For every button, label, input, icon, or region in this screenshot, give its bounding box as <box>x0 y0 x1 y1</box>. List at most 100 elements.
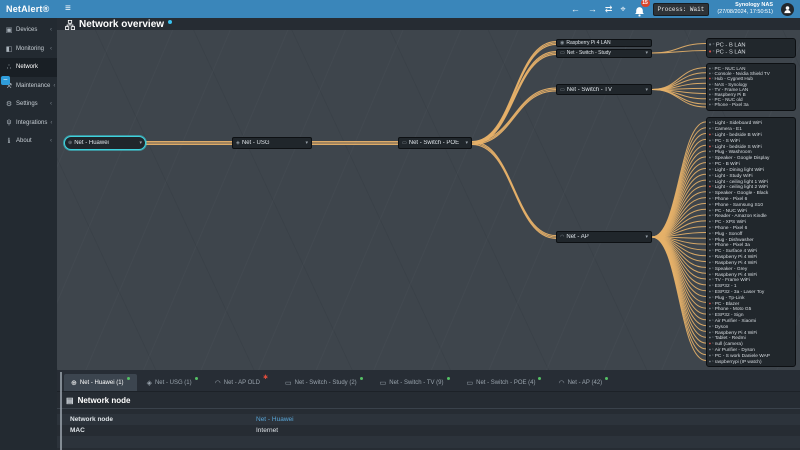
alert-status-dot <box>709 134 711 136</box>
device-type-icon: ▫ <box>712 150 713 154</box>
device-type-icon: ▫ <box>712 185 713 189</box>
device-label: Camera - E1 <box>715 126 742 131</box>
tab-net-switch-tv-9[interactable]: ▭Net - Switch - TV (9) <box>373 374 457 391</box>
tab-net-huawei-1[interactable]: ⊕Net - Huawei (1) <box>64 374 137 391</box>
status-dot <box>709 157 711 159</box>
devices-icon: ▣ <box>5 26 13 34</box>
sidebar-item-label: Integrations <box>16 120 47 126</box>
settings-icon: ⚙ <box>5 100 13 108</box>
sidebar-item-devices[interactable]: ▣Devices‹ <box>0 21 57 40</box>
device-type-icon: ▫ <box>712 144 713 148</box>
notifications-bell-icon[interactable]: 15 <box>634 4 645 15</box>
status-dot <box>709 325 711 327</box>
tab-net-switch-poe-4[interactable]: ▭Net - Switch - POE (4) <box>460 374 549 391</box>
sidebar-item-monitoring[interactable]: ◧Monitoring‹ <box>0 40 57 59</box>
status-dot <box>709 169 711 171</box>
status-dot <box>709 88 711 90</box>
device-label: TV - Frame WiFi <box>715 277 750 282</box>
node-study[interactable]: ▭Net - Switch - Study▾ <box>556 49 652 58</box>
panel-row-value: Internet <box>256 427 278 434</box>
device-type-icon: ▫ <box>712 138 713 142</box>
node-type-icon: ▭ <box>560 87 565 93</box>
forward-icon[interactable]: → <box>588 4 597 14</box>
detail-panel: ▤ Network node Network node Net - Huawei… <box>57 393 800 450</box>
device-type-icon: ▫ <box>712 231 713 235</box>
switch-icon: ▭ <box>380 379 387 387</box>
tab-net-ap-42[interactable]: ◠Net - AP (42) <box>551 374 615 391</box>
sidebar-item-label: Monitoring <box>16 46 44 52</box>
device-label: Phone - Pixel 6 <box>715 196 748 201</box>
device-group-ap-devices: ▫Light - Sideboard WiFi▫Camera - E1▫Ligh… <box>706 117 796 367</box>
back-icon[interactable]: ← <box>571 4 580 14</box>
node-usg[interactable]: ◈Net - USG▾ <box>232 137 312 149</box>
device-type-icon: ▫ <box>712 103 713 107</box>
status-dot <box>709 314 711 316</box>
page-title-badge <box>168 20 172 24</box>
node-ap[interactable]: ◠Net - AP▾ <box>556 231 652 243</box>
tab-net-usg-1[interactable]: ◈Net - USG (1) <box>140 374 205 391</box>
device-group-study-devices: ▫PC - B LAN▫PC - S LAN <box>706 38 796 58</box>
device-label: Plug - Tp-Link <box>715 295 745 300</box>
fit-view-icon[interactable]: ⌖ <box>620 4 625 15</box>
menu-icon[interactable]: ≡ <box>65 4 71 14</box>
node-type-icon: ▭ <box>560 50 565 56</box>
chevron-down-icon: ▾ <box>137 140 142 146</box>
alert-status-dot <box>709 50 711 52</box>
sidebar-item-about[interactable]: ℹAbout‹ <box>0 132 57 151</box>
refresh-icon[interactable]: ⇄ <box>605 4 613 15</box>
status-dot <box>709 151 711 153</box>
sidebar-collapse-toggle[interactable]: – <box>1 76 10 85</box>
device-label: Light - Dining light WiFi <box>715 167 764 172</box>
device-type-icon: ▫ <box>712 237 713 241</box>
node-label: Net - Switch - Study <box>567 50 611 56</box>
device-type-icon: ▫ <box>712 243 713 247</box>
panel-row-value-link[interactable]: Net - Huawei <box>256 416 294 423</box>
alert-status-dot <box>709 78 711 80</box>
device-type-icon: ▫ <box>712 214 713 218</box>
online-status-dot <box>605 377 608 380</box>
status-dot <box>709 262 711 264</box>
notifications-badge: 15 <box>641 0 650 7</box>
sidebar-item-label: Network <box>16 64 38 70</box>
monitoring-icon: ◧ <box>5 45 13 53</box>
device-label: Light - bedside B WiFi <box>715 132 762 137</box>
alert-status-dot <box>709 145 711 147</box>
chevron-down-icon: ▾ <box>643 234 648 240</box>
node-huawei[interactable]: ⊕Net - Huawei▾ <box>64 136 146 150</box>
sidebar-item-integrations[interactable]: ψIntegrations‹ <box>0 114 57 133</box>
device-type-icon: ▫ <box>712 167 713 171</box>
node-tv[interactable]: ▭Net - Switch - TV▾ <box>556 84 652 95</box>
device-row[interactable]: ▫raspberrypi (IP watch) <box>709 358 793 364</box>
node-rasp[interactable]: ◉Raspberry Pi 4 LAN <box>556 39 652 47</box>
status-dot <box>709 238 711 240</box>
scrollbar[interactable] <box>60 372 62 450</box>
node-poe[interactable]: ▭Net - Switch - POE▾ <box>398 137 472 149</box>
chevron-down-icon: ▾ <box>463 140 468 146</box>
status-dot <box>709 244 711 246</box>
device-label: Speaker - Google Display <box>715 155 770 160</box>
tab-net-ap-old[interactable]: ◠Net - AP OLD✱ <box>208 374 275 391</box>
panel-row-network-node: Network node Net - Huawei <box>57 414 800 425</box>
tab-net-switch-study-2[interactable]: ▭Net - Switch - Study (2) <box>278 374 370 391</box>
online-status-dot <box>447 377 450 380</box>
device-type-icon: ▫ <box>712 266 713 270</box>
chevron-left-icon: ‹ <box>50 27 52 33</box>
device-row[interactable]: ▫PC - B LAN <box>709 41 793 48</box>
node-type-icon: ◠ <box>560 234 564 240</box>
sidebar-item-network[interactable]: ∴Network <box>0 58 57 77</box>
sidebar-item-settings[interactable]: ⚙Settings‹ <box>0 95 57 114</box>
device-row[interactable]: ▫PC - S LAN <box>709 48 793 55</box>
device-type-icon: ▫ <box>712 77 713 81</box>
device-type-icon: ▫ <box>712 272 713 276</box>
device-type-icon: ▫ <box>712 342 713 346</box>
status-dot <box>709 94 711 96</box>
device-label: Light - Sideboard WiFi <box>715 120 762 125</box>
device-label: ESP32 - Sign <box>715 312 744 317</box>
node-tabs-bar: ⊕Net - Huawei (1)◈Net - USG (1)◠Net - AP… <box>57 370 800 392</box>
device-type-icon: ▫ <box>712 220 713 224</box>
device-group-tv-devices: ▫PC - NUC LAN▫Console - Nvidia Shield TV… <box>706 63 796 111</box>
device-row[interactable]: ▫Phone - Pixel 3a <box>709 102 793 107</box>
online-status-dot <box>127 377 130 380</box>
user-avatar[interactable] <box>781 3 794 16</box>
status-dot <box>709 198 711 200</box>
